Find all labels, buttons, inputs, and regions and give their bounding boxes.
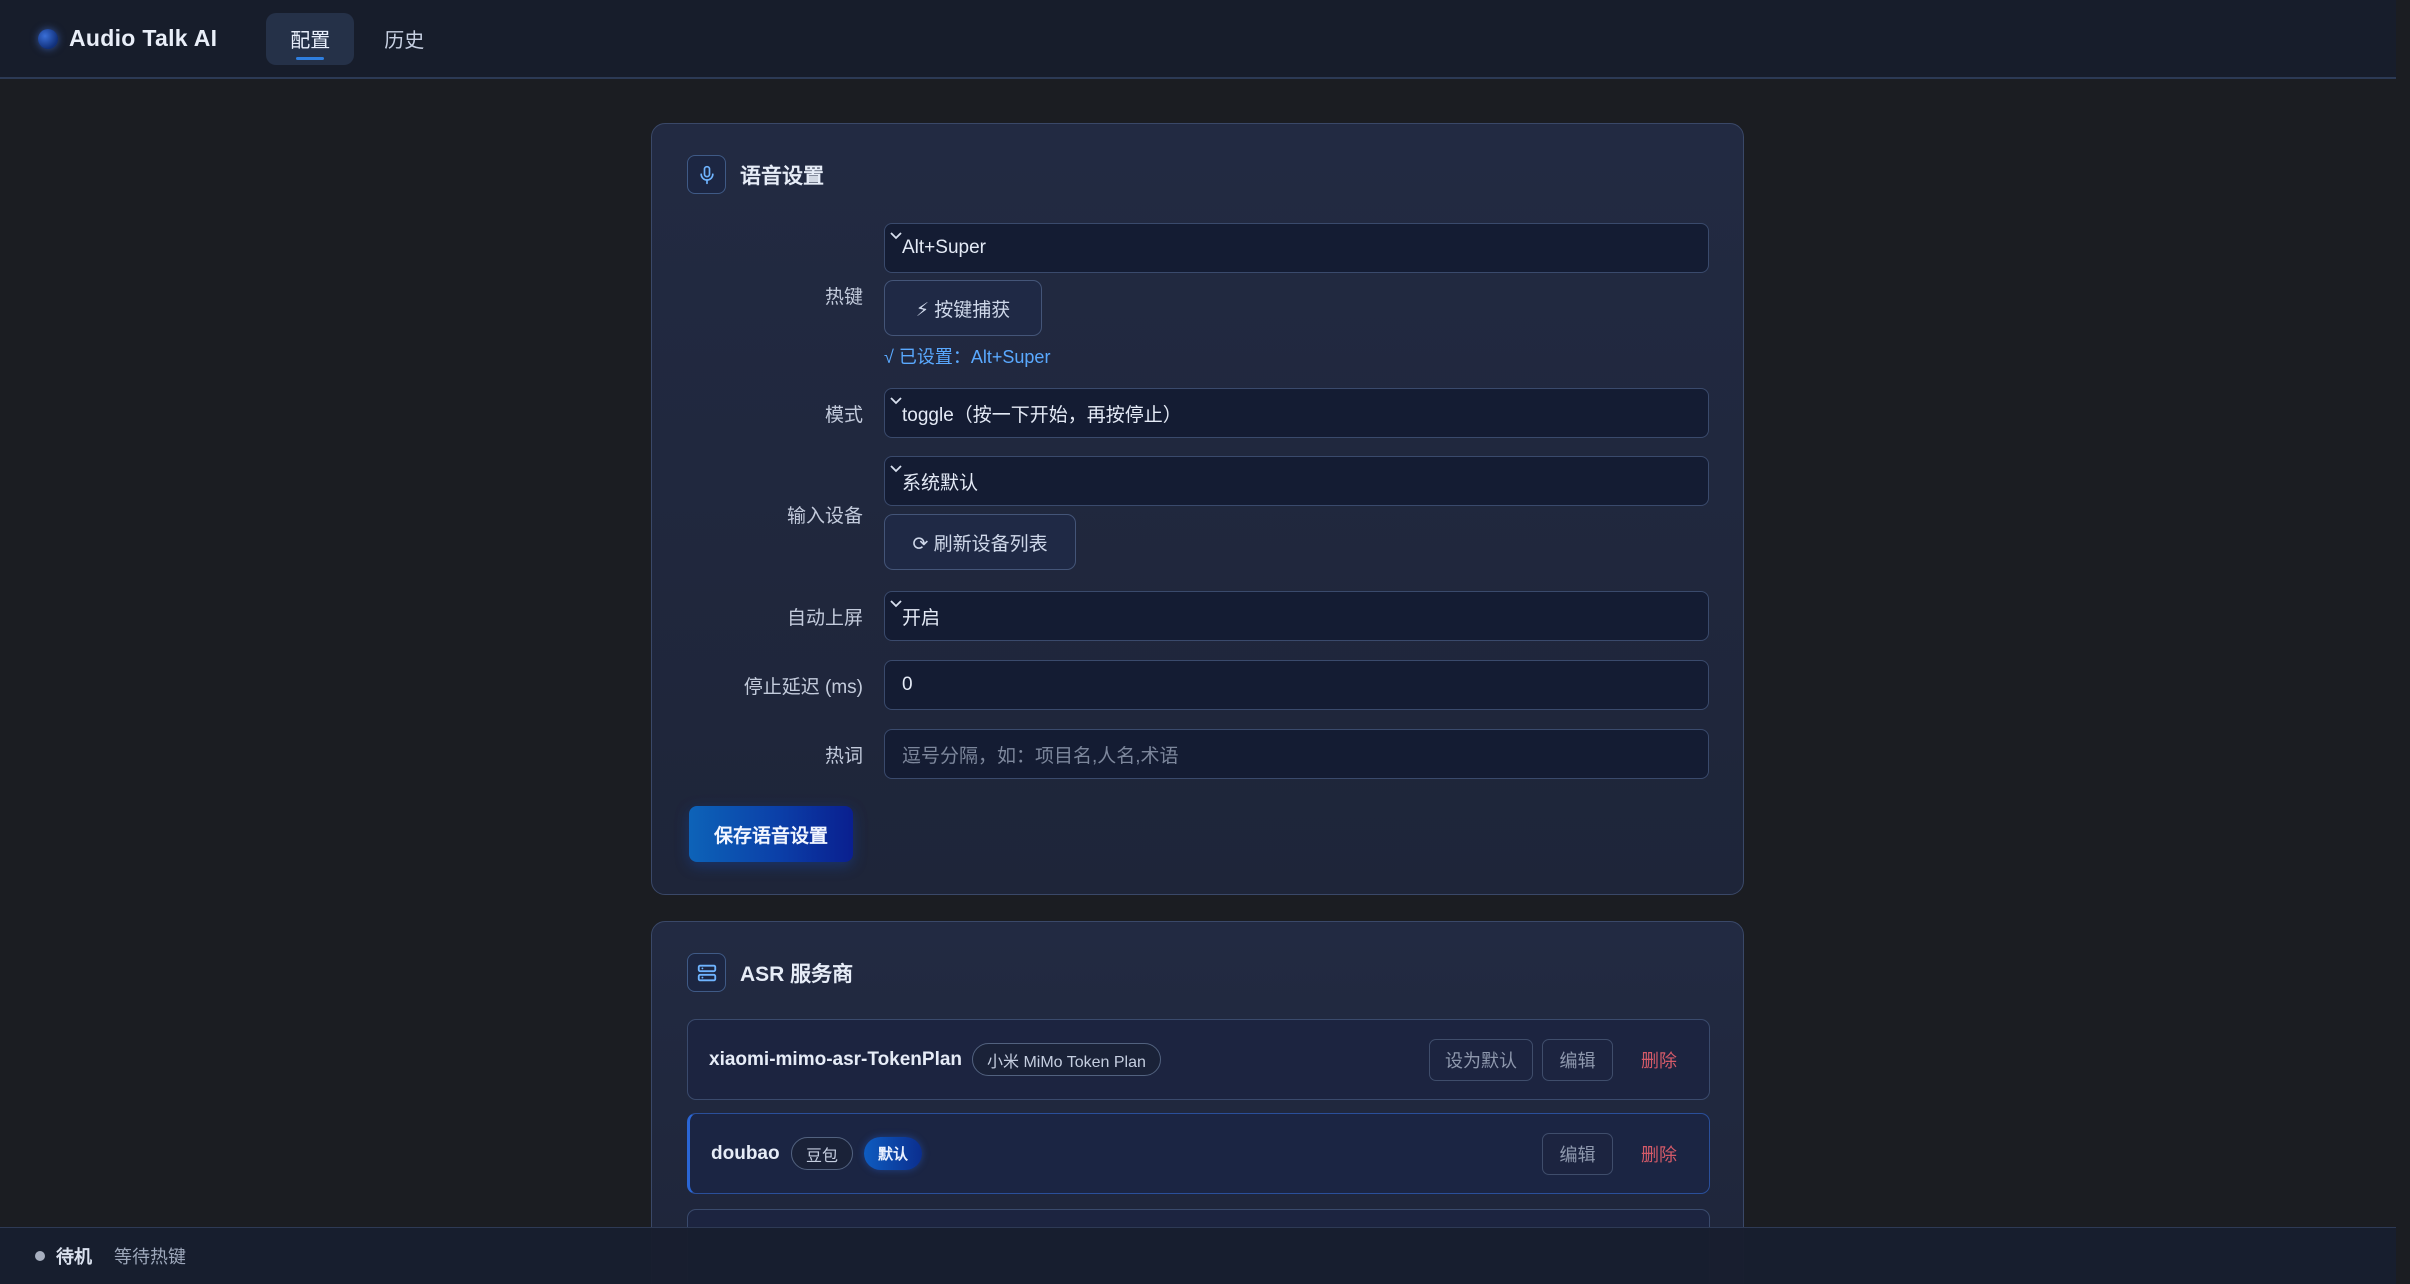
input-device-value: 系统默认 [902,472,979,494]
tab-history[interactable]: 历史 [360,13,448,65]
input-device-select[interactable]: 系统默认 [884,456,1709,506]
chevron-down-icon [888,391,904,413]
capture-hotkey-button[interactable]: ⚡ 按键捕获 [884,280,1042,336]
hotwords-input[interactable]: 逗号分隔，如：项目名,人名,术语 [884,729,1709,779]
hotkey-label: 热键 [824,287,863,308]
microphone-icon [687,155,726,194]
scrollbar-track[interactable] [2396,0,2410,1284]
app-logo-icon [38,28,58,49]
main-nav: 配置 历史 [266,12,448,65]
provider-row: doubao 豆包 默认 编辑 删除 [687,1113,1710,1194]
provider-tag: 豆包 [791,1137,854,1170]
auto-commit-label: 自动上屏 [786,608,863,629]
chevron-down-icon [888,459,904,481]
tab-config[interactable]: 配置 [266,12,355,65]
top-header: Audio Talk AI 配置 历史 [0,0,2396,79]
mode-value: toggle（按一下开始，再按停止） [902,404,1182,426]
edit-button[interactable]: 编辑 [1542,1039,1613,1081]
default-badge: 默认 [864,1137,923,1170]
provider-tag: 小米 MiMo Token Plan [972,1043,1161,1076]
voice-settings-card: 语音设置 热键 Alt+Super ⚡ 按键捕获 √ 已设置：Alt+Super… [651,123,1744,895]
edit-button[interactable]: 编辑 [1542,1133,1613,1175]
chevron-down-icon [888,594,904,616]
status-dot-icon [35,1251,45,1261]
hotkey-value: Alt+Super [902,237,986,258]
chevron-down-icon [888,226,904,248]
provider-name: doubao [711,1142,780,1164]
set-default-button[interactable]: 设为默认 [1429,1039,1533,1081]
voice-settings-header: 语音设置 [687,155,824,194]
refresh-devices-button[interactable]: ⟳ 刷新设备列表 [884,514,1076,570]
delete-button[interactable]: 删除 [1621,1133,1697,1175]
input-device-label: 输入设备 [786,506,863,527]
brand: Audio Talk AI [38,25,217,52]
app-title: Audio Talk AI [69,25,218,51]
mode-select[interactable]: toggle（按一下开始，再按停止） [884,388,1709,438]
hotwords-label: 热词 [824,746,863,767]
auto-commit-select[interactable]: 开启 [884,591,1709,641]
stop-delay-input[interactable]: 0 [884,660,1709,710]
asr-title: ASR 服务商 [740,962,854,986]
mode-label: 模式 [824,405,863,426]
hotkey-status: √ 已设置：Alt+Super [884,343,1050,369]
status-message: 等待热键 [114,1247,186,1267]
provider-row: xiaomi-mimo-asr-TokenPlan 小米 MiMo Token … [687,1019,1710,1100]
stop-delay-label: 停止延迟 (ms) [743,677,863,698]
delete-button[interactable]: 删除 [1621,1039,1697,1081]
status-bar: 待机 等待热键 [0,1227,2396,1284]
server-icon [687,953,726,992]
hotkey-select[interactable]: Alt+Super [884,223,1709,273]
voice-settings-title: 语音设置 [740,164,824,188]
status-state: 待机 [56,1247,92,1267]
hotkey-status-value: Alt+Super [970,347,1051,367]
hotkey-status-prefix: √ 已设置： [884,347,971,367]
auto-commit-value: 开启 [902,607,941,629]
save-voice-settings-button[interactable]: 保存语音设置 [689,806,853,862]
provider-name: xiaomi-mimo-asr-TokenPlan [709,1048,963,1070]
asr-header: ASR 服务商 [687,953,853,992]
